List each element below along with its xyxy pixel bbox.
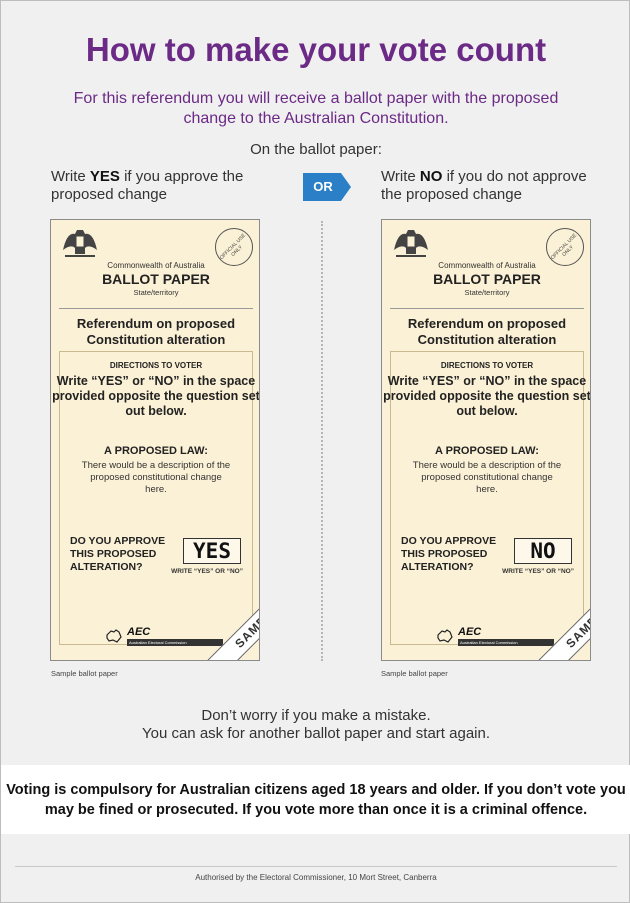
ballot-heading: BALLOT PAPER [102,271,210,287]
subtitle: For this referendum you will receive a b… [73,90,559,127]
poster: How to make your vote count For this ref… [0,0,630,903]
aec-logo-text: AEC [127,626,151,638]
authorisation-statement: Authorised by the Electoral Commissioner… [195,873,437,882]
on-ballot-label: On the ballot paper: [250,141,382,158]
yes-instruction: Write YES if you approve the proposed ch… [51,168,281,204]
aec-subtitle: Australian Electoral Commission [127,639,223,646]
referendum-title: Referendum on proposed Constitution alte… [76,316,236,347]
aec-map-icon [437,629,453,643]
mistake-line-1: Don’t worry if you make a mistake. [201,707,431,724]
law-heading: A PROPOSED LAW: [104,445,208,457]
ballot-paper-yes: OFFICIAL USE ONLY Commonwealth of Austra… [50,219,260,661]
coat-of-arms-icon [394,230,428,257]
mistake-line-2: You can ask for another ballot paper and… [141,725,491,742]
footer-rule [15,866,617,867]
law-heading: A PROPOSED LAW: [435,445,539,457]
yes-prefix: Write [51,168,90,185]
compulsory-voting-box: Voting is compulsory for Australian citi… [1,765,630,834]
approval-question: DO YOU APPROVE THIS PROPOSED ALTERATION? [70,535,166,573]
law-body: There would be a description of the prop… [81,460,231,495]
approval-question: DO YOU APPROVE THIS PROPOSED ALTERATION? [401,535,497,573]
directions-body: Write “YES” or “NO” in the space provide… [52,374,260,418]
ballot-heading: BALLOT PAPER [433,271,541,287]
answer-box-no: NO [514,538,572,564]
referendum-title: Referendum on proposed Constitution alte… [407,316,567,347]
yes-word: YES [89,168,120,185]
directions-body: Write “YES” or “NO” in the space provide… [383,374,591,418]
ballot-rule [59,308,253,309]
directions-heading: DIRECTIONS TO VOTER [440,361,534,370]
or-badge: OR [303,173,351,201]
coat-of-arms-icon [63,230,97,257]
answer-box-yes: YES [183,538,241,564]
directions-heading: DIRECTIONS TO VOTER [109,361,203,370]
commonwealth-label: Commonwealth of Australia [438,261,536,270]
mistake-note: Don’t worry if you make a mistake. You c… [1,707,630,743]
write-yes-no-hint: WRITE “YES” OR “NO” [171,568,243,575]
dotted-divider [321,221,323,661]
aec-logo-text: AEC [458,626,482,638]
no-prefix: Write [381,168,420,185]
write-yes-no-hint: WRITE “YES” OR “NO” [502,568,574,575]
state-label: State/territory [133,288,179,297]
ballot-rule [390,308,584,309]
state-label: State/territory [464,288,510,297]
ballot-caption-left: Sample ballot paper [51,669,118,678]
law-body: There would be a description of the prop… [412,460,562,495]
ballot-paper-no: OFFICIAL USE ONLY Commonwealth of Austra… [381,219,591,661]
compulsory-voting-text: Voting is compulsory for Australian citi… [6,782,626,818]
commonwealth-label: Commonwealth of Australia [107,261,205,270]
no-instruction: Write NO if you do not approve the propo… [381,168,611,204]
aec-map-icon [106,629,122,643]
ballot-caption-right: Sample ballot paper [381,669,448,678]
or-label: OR [313,179,333,194]
no-word: NO [419,168,443,185]
page-title: How to make your vote count [85,31,547,68]
aec-subtitle: Australian Electoral Commission [458,639,554,646]
